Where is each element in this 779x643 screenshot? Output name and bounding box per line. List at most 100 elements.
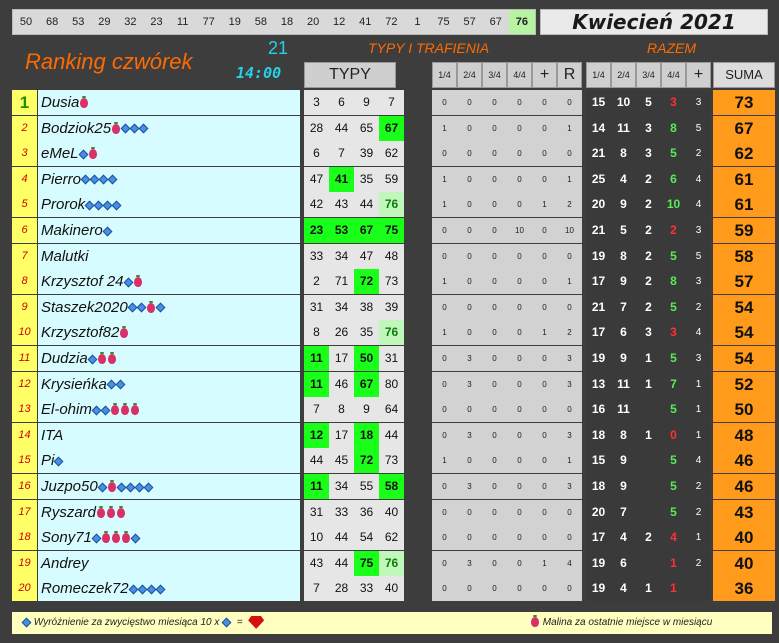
- table-row: 1 Dusia 3 6 9 7 0 0 0 0 0 0 15 10 5 3 3 73: [8, 90, 775, 115]
- raspberry-icon: [117, 505, 126, 518]
- razem-cell: 8: [611, 141, 636, 167]
- typ-cell: 7: [304, 397, 329, 423]
- razem-cell: 3: [661, 90, 686, 115]
- typ-cell: 44: [379, 422, 404, 448]
- razem-cell: 5: [661, 141, 686, 167]
- razem-cell: 5: [661, 448, 686, 474]
- typ-cell: 33: [354, 576, 379, 602]
- typ-cell: 48: [379, 243, 404, 269]
- score-cell: 1: [557, 115, 582, 141]
- typ-cell: 44: [354, 192, 379, 218]
- table-row: 20 Romeczek72 7 28 33 40 0 0 0 0 0 0 19 4 1 1 36: [8, 576, 775, 602]
- player-name: Dusia: [41, 94, 80, 111]
- raspberry-icon: [107, 480, 116, 493]
- gem-icon: [130, 533, 141, 544]
- score-cell: 0: [507, 320, 532, 346]
- rank-cell: 10: [12, 320, 37, 346]
- raspberry-icon: [111, 531, 120, 544]
- typ-cell: 42: [304, 192, 329, 218]
- typy-trafienia-label: TYPY I TRAFIENIA: [368, 40, 490, 56]
- month-title: Kwiecień 2021: [540, 9, 768, 35]
- score-cell: 0: [432, 397, 457, 423]
- score-cell: 1: [557, 269, 582, 295]
- score-cell: 0: [507, 422, 532, 448]
- table-row: 3 eMeL 6 7 39 62 0 0 0 0 0 0 21 8 3 5 2 62: [8, 141, 775, 167]
- razem-cell: 6: [611, 550, 636, 576]
- score-cell: 0: [507, 269, 532, 295]
- score-cell: 0: [507, 371, 532, 397]
- score-cell: 0: [457, 115, 482, 141]
- razem-cell: 14: [586, 115, 611, 141]
- razem-cell: [636, 474, 661, 499]
- player-name: Makinero: [41, 222, 103, 239]
- razem-cell: 2: [636, 192, 661, 218]
- razem-plus-cell: 5: [686, 243, 711, 269]
- razem-cell: [636, 397, 661, 423]
- razem-plus-cell: 4: [686, 320, 711, 346]
- score-cell: 0: [557, 294, 582, 320]
- razem-cell: 2: [636, 218, 661, 243]
- score-cell: 0: [482, 499, 507, 525]
- score-cell: 0: [482, 397, 507, 423]
- razem-cell: 2: [661, 218, 686, 243]
- drawn-number: 1: [414, 16, 421, 28]
- player-name: Sony71: [41, 529, 92, 547]
- razem-cell: 5: [636, 90, 661, 115]
- razem-cell: 11: [611, 115, 636, 141]
- score-cell: 0: [507, 243, 532, 269]
- rank-cell: 3: [12, 141, 37, 167]
- typ-cell: 40: [379, 576, 404, 602]
- player-name: Prorok: [41, 196, 86, 214]
- typ-cell: 6: [329, 90, 354, 115]
- score-cell: 0: [457, 166, 482, 192]
- table-row: 6 Makinero 23 53 67 75 0 0 0 10 0 10 21 5 2 2 3 59: [8, 218, 775, 243]
- typ-cell: 71: [329, 269, 354, 295]
- score-cell: 0: [507, 192, 532, 218]
- player-name: Pierro: [41, 170, 82, 188]
- gem-icon: [53, 456, 64, 467]
- drawn-number: 20: [306, 16, 320, 28]
- razem-cell: 15: [586, 90, 611, 115]
- typ-cell: 76: [379, 320, 404, 346]
- razem-plus-cell: 2: [686, 474, 711, 499]
- typ-cell: 76: [379, 192, 404, 218]
- player-name-cell: Pi: [38, 448, 300, 474]
- score-cell: 3: [457, 474, 482, 499]
- razem-cell: 2: [636, 269, 661, 295]
- raspberry-icon: [112, 121, 121, 134]
- typ-cell: 43: [304, 550, 329, 576]
- player-name-cell: Bodziok25: [38, 115, 300, 141]
- typ-cell: 18: [354, 422, 379, 448]
- razem-plus-cell: 3: [686, 269, 711, 295]
- typ-cell: 17: [329, 422, 354, 448]
- razem-plus-cell: 2: [686, 141, 711, 167]
- razem-cell: 1: [661, 550, 686, 576]
- score-cell: 0: [507, 525, 532, 551]
- razem-cell: 13: [586, 371, 611, 397]
- razem-cell: 19: [586, 243, 611, 269]
- rank-cell: 14: [12, 422, 37, 448]
- raspberry-icon: [110, 403, 119, 416]
- rank-cell: 17: [12, 499, 37, 525]
- score-cell: 0: [482, 243, 507, 269]
- rank-cell: 8: [12, 269, 37, 295]
- razem-cell: 7: [611, 499, 636, 525]
- typ-cell: 45: [329, 448, 354, 474]
- razem-plus-cell: [686, 576, 711, 602]
- razem-cell: [636, 550, 661, 576]
- typ-cell: 72: [354, 448, 379, 474]
- suma-cell: 43: [713, 499, 775, 525]
- razem-cell: 3: [661, 320, 686, 346]
- score-cell: 3: [457, 422, 482, 448]
- razem-cell: 11: [611, 371, 636, 397]
- typ-cell: 34: [329, 294, 354, 320]
- score-cell: 0: [557, 397, 582, 423]
- header-z1: 1/4: [586, 62, 611, 88]
- razem-plus-cell: 1: [686, 422, 711, 448]
- player-name-cell: Prorok: [38, 192, 300, 218]
- player-name-cell: Dusia: [38, 90, 300, 115]
- razem-plus-cell: 3: [686, 346, 711, 371]
- table-row: 7 Malutki 33 34 47 48 0 0 0 0 0 0 19 8 2 5 5 58: [8, 243, 775, 269]
- player-name-cell: El-ohim: [38, 397, 300, 423]
- page-title: Ranking czwórek: [25, 49, 193, 74]
